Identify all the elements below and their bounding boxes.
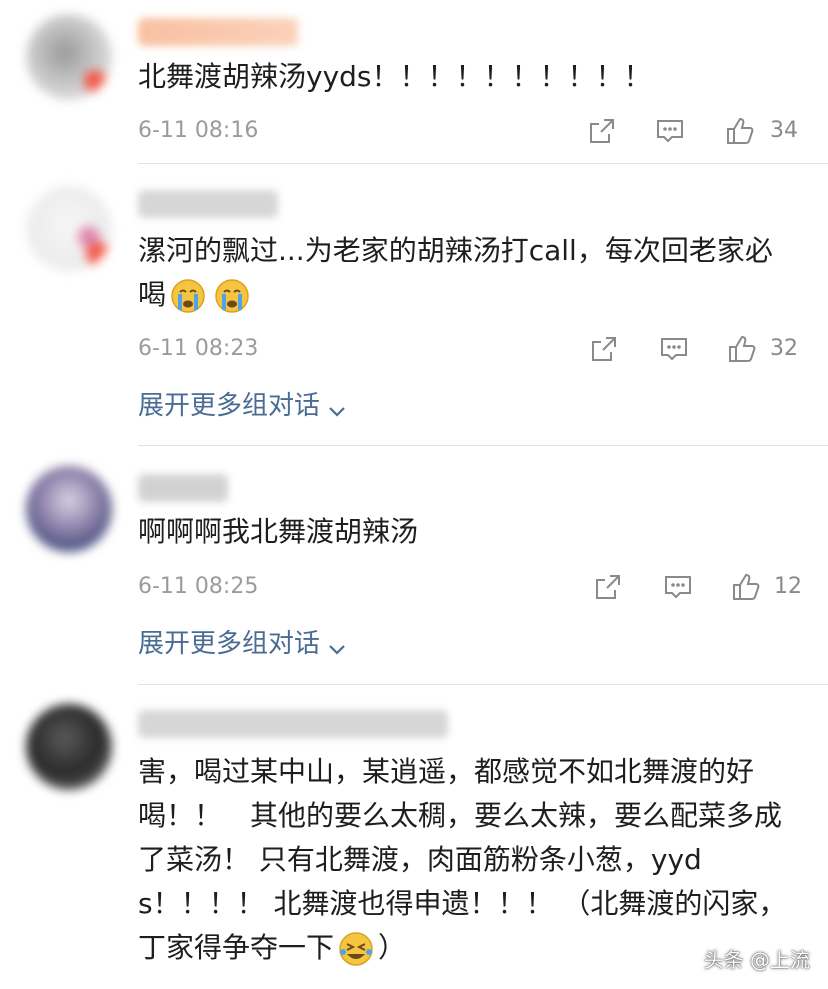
avatar[interactable] [26,14,112,100]
like-icon[interactable] [724,115,756,147]
comment-meta: 6-11 08:16 34 [138,113,800,149]
expand-replies-link[interactable]: 展开更多组对话 [138,388,348,424]
avatar[interactable] [26,186,112,272]
like-count: 34 [770,118,798,143]
laughing-tears-emoji [337,930,375,968]
expand-replies-link[interactable]: 展开更多组对话 [138,626,348,662]
comment-time: 6-11 08:23 [138,336,259,361]
chevron-down-icon [326,396,348,418]
comment-time: 6-11 08:25 [138,574,259,599]
like-count: 32 [770,336,798,361]
divider [138,445,828,446]
username[interactable] [138,710,448,738]
share-icon[interactable] [586,115,618,147]
comment-meta: 6-11 08:23 32 [138,331,800,367]
comment-text: 漯河的飘过...为老家的胡辣汤打call，每次回老家必喝 [138,229,798,317]
crying-face-emoji [213,277,251,315]
comment-text: 啊啊啊我北舞渡胡辣汤 [138,515,419,548]
comment-icon[interactable] [654,115,686,147]
divider [138,684,828,685]
avatar[interactable] [26,704,112,790]
like-icon[interactable] [726,333,758,365]
like-icon[interactable] [730,571,762,603]
username[interactable] [138,474,228,502]
username[interactable] [138,18,298,46]
comment-meta: 6-11 08:25 12 [138,569,802,605]
comment-text: 北舞渡胡辣汤yyds！！！！！！！！！！ [138,60,652,93]
crying-face-emoji [169,277,207,315]
watermark: 头条 @上流 [703,948,810,972]
username[interactable] [138,190,278,218]
comment-time: 6-11 08:16 [138,118,259,143]
like-count: 12 [774,574,802,599]
divider [138,163,828,164]
share-icon[interactable] [588,333,620,365]
comment-icon[interactable] [662,571,694,603]
comment-text: 害，喝过某中山，某逍遥，都感觉不如北舞渡的好喝！！ 其他的要么太稠，要么太辣，要… [138,750,798,970]
comment-icon[interactable] [658,333,690,365]
avatar[interactable] [26,466,112,552]
chevron-down-icon [326,634,348,656]
share-icon[interactable] [592,571,624,603]
